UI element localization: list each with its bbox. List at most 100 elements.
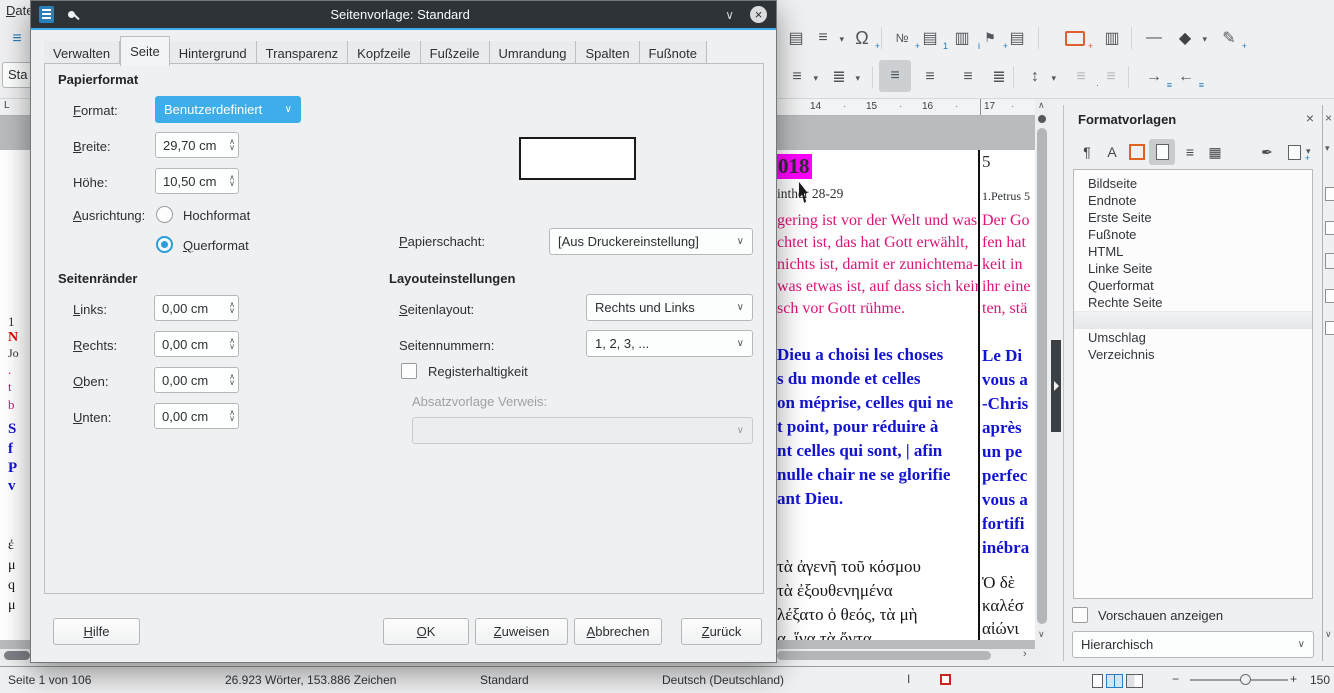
ordered-list-icon[interactable]: ≣▾ <box>826 64 852 90</box>
style-item[interactable]: HTML <box>1088 244 1123 259</box>
scroll-right-icon[interactable]: › <box>1023 648 1027 660</box>
character-styles-icon[interactable]: A <box>1101 141 1123 163</box>
spinner-arrows-icon[interactable]: ∧∨ <box>229 175 235 187</box>
spinner-arrows-icon[interactable]: ∧∨ <box>229 338 235 350</box>
style-item[interactable]: Endnote <box>1088 193 1136 208</box>
track-changes-icon[interactable]: ▥ <box>1099 25 1125 51</box>
update-style-icon[interactable]: ≡ <box>4 26 30 52</box>
new-style-icon[interactable]: + <box>1283 141 1305 163</box>
unten-spinbox[interactable]: 0,00 cm ∧∨ <box>154 403 239 429</box>
page-count-icon[interactable]: ▥i <box>949 25 975 51</box>
selection-mode-icon[interactable]: I <box>907 672 910 686</box>
pin-icon[interactable] <box>68 11 75 18</box>
sidebar-splitter[interactable] <box>1049 99 1063 662</box>
text-column-left[interactable]: 018 inther 28-29 gering ist vor der Welt… <box>777 150 978 640</box>
shade-icon[interactable]: ∨ <box>725 8 734 22</box>
close-icon[interactable]: × <box>750 6 767 23</box>
links-spinbox[interactable]: 0,00 cm ∧∨ <box>154 295 239 321</box>
style-item[interactable]: Verzeichnis <box>1088 347 1154 362</box>
horizontal-line-icon[interactable]: — <box>1141 25 1167 51</box>
special-character-icon[interactable]: Ω+ <box>849 25 875 51</box>
list-styles-icon[interactable]: ≡ <box>1179 141 1201 163</box>
horizontal-scrollbar-thumb-left[interactable] <box>4 651 30 660</box>
show-previews-checkbox[interactable] <box>1072 607 1088 623</box>
hilfe-button[interactable]: Hilfe <box>53 618 140 645</box>
insert-field-icon[interactable]: №+ <box>889 25 915 51</box>
menu-arrow-icon[interactable]: ▾ <box>1325 143 1330 154</box>
statusbar-language[interactable]: Deutsch (Deutschland) <box>662 673 784 687</box>
style-item[interactable]: Bildseite <box>1088 176 1137 191</box>
align-center-icon[interactable]: ≡ <box>917 64 943 90</box>
seitennummern-dropdown[interactable]: 1, 2, 3, ... ∨ <box>586 330 753 357</box>
style-item[interactable]: Linke Seite <box>1088 261 1152 276</box>
style-item[interactable]: Rechte Seite <box>1088 295 1162 310</box>
paragraph-styles-icon[interactable]: ¶ <box>1076 141 1098 163</box>
vertical-scrollbar[interactable]: ∧ ∨ <box>1035 99 1049 649</box>
ok-button[interactable]: OK <box>383 618 469 645</box>
align-right-icon[interactable]: ≡ <box>955 64 981 90</box>
new-style-menu-arrow-icon[interactable]: ▾ <box>1306 146 1311 157</box>
justify-icon[interactable]: ≣ <box>986 64 1012 90</box>
line-spacing-icon[interactable]: ↕▾ <box>1022 64 1048 90</box>
space-above-paragraph-icon[interactable]: ≡· <box>1068 64 1094 90</box>
spinner-arrows-icon[interactable]: ∧∨ <box>229 374 235 386</box>
style-item[interactable]: Erste Seite <box>1088 210 1152 225</box>
multi-page-view-icon2[interactable] <box>1114 674 1123 688</box>
oben-spinbox[interactable]: 0,00 cm ∧∨ <box>154 367 239 393</box>
single-page-view-icon[interactable] <box>1092 674 1103 688</box>
basic-shapes-icon[interactable]: ◆▾ <box>1172 25 1198 51</box>
document-modified-icon[interactable] <box>940 674 951 685</box>
rechts-spinbox[interactable]: 0,00 cm ∧∨ <box>154 331 239 357</box>
cross-reference-icon[interactable]: ▤ <box>1004 25 1030 51</box>
close-icon[interactable]: × <box>1325 111 1332 125</box>
zoom-out-icon[interactable]: − <box>1172 672 1179 686</box>
tab-stop-selector[interactable]: L <box>4 100 10 111</box>
zoom-in-icon[interactable]: + <box>1290 672 1297 686</box>
statusbar-page-style[interactable]: Standard <box>480 673 529 687</box>
style-item[interactable]: Fußnote <box>1088 227 1136 242</box>
querformat-radio[interactable] <box>156 236 173 253</box>
zoom-percent[interactable]: 150 <box>1310 673 1330 687</box>
statusbar-page-info[interactable]: Seite 1 von 106 <box>8 673 91 687</box>
align-left-icon[interactable]: ≡ <box>882 63 908 89</box>
abbrechen-button[interactable]: Abbrechen <box>574 618 662 645</box>
table-styles-icon[interactable]: ▦ <box>1204 141 1226 163</box>
sidebar-toggle-button[interactable] <box>1051 340 1061 432</box>
zuweisen-button[interactable]: Zuweisen <box>475 618 568 645</box>
paragraph-style-combo[interactable]: Sta <box>2 62 32 88</box>
split-view-handle[interactable] <box>1038 115 1046 123</box>
increase-indent-icon[interactable]: →≡ <box>1141 64 1167 90</box>
scroll-up-icon[interactable]: ∧ <box>1038 100 1045 111</box>
text-column-right[interactable]: 5 1.Petrus 5 Der Go fen hat keit in ihr … <box>982 150 1035 640</box>
paragraph-format-icon[interactable]: ≡▾ <box>810 25 836 51</box>
fill-format-icon[interactable]: ✒ <box>1256 141 1278 163</box>
breite-spinbox[interactable]: 29,70 cm ∧∨ <box>155 132 239 158</box>
style-item[interactable]: Querformat <box>1088 278 1154 293</box>
zoom-slider-track[interactable] <box>1190 679 1288 681</box>
styles-list[interactable]: Bildseite Endnote Erste Seite Fußnote HT… <box>1073 169 1313 599</box>
freeform-line-icon[interactable]: ✎+ <box>1216 25 1242 51</box>
hoehe-spinbox[interactable]: 10,50 cm ∧∨ <box>155 168 239 194</box>
style-item-selected[interactable] <box>1074 311 1312 329</box>
horizontal-scrollbar-thumb[interactable] <box>777 651 991 660</box>
spinner-arrows-icon[interactable]: ∧∨ <box>229 302 235 314</box>
style-item[interactable]: Umschlag <box>1088 330 1146 345</box>
bookmark-icon[interactable]: ⚑+ <box>977 25 1003 51</box>
ruler-margin-marker[interactable] <box>980 99 981 115</box>
scroll-down-icon[interactable]: ∨ <box>1038 629 1045 640</box>
style-filter-dropdown[interactable]: Hierarchisch ∨ <box>1072 631 1314 658</box>
statusbar-word-count[interactable]: 26.923 Wörter, 153.886 Zeichen <box>225 673 396 687</box>
left-page-sliver[interactable]: 1 N Jo . t b S f P v ἐ μ q μ <box>0 300 30 633</box>
registerhaltigkeit-checkbox[interactable] <box>401 363 417 379</box>
spinner-arrows-icon[interactable]: ∧∨ <box>229 139 235 151</box>
dialog-titlebar[interactable]: Seitenvorlage: Standard ∨ × <box>31 1 776 28</box>
insert-comment-icon[interactable]: + <box>1062 25 1088 51</box>
decrease-indent-icon[interactable]: ←≡ <box>1173 64 1199 90</box>
papierschacht-dropdown[interactable]: [Aus Druckereinstellung] ∨ <box>549 228 753 255</box>
book-view-icon[interactable] <box>1126 674 1143 688</box>
vertical-scrollbar-thumb[interactable] <box>1037 128 1047 624</box>
format-dropdown[interactable]: Benutzerdefiniert ∨ <box>155 96 301 123</box>
frame-styles-icon[interactable] <box>1126 141 1148 163</box>
spinner-arrows-icon[interactable]: ∧∨ <box>229 410 235 422</box>
tab-seite[interactable]: Seite <box>120 36 170 66</box>
